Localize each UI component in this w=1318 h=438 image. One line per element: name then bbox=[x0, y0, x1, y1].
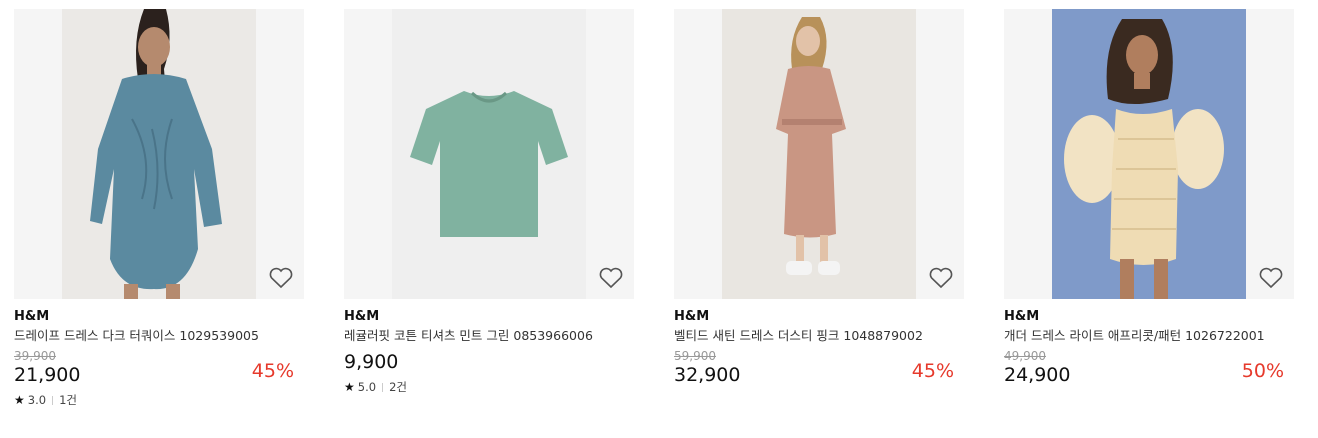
rating-value: 3.0 bbox=[27, 393, 47, 407]
brand-name: H&M bbox=[674, 309, 710, 324]
review-summary: ★ 5.0 2건 bbox=[344, 380, 634, 394]
product-image[interactable] bbox=[344, 9, 634, 299]
discount-rate: 50% bbox=[1241, 360, 1284, 382]
sale-price: 9,900 bbox=[344, 351, 399, 373]
brand-name: H&M bbox=[1004, 309, 1040, 324]
star-icon: ★ bbox=[344, 380, 355, 394]
product-name[interactable]: 벨티드 새틴 드레스 더스티 핑크 1048879002 bbox=[674, 327, 944, 344]
product-name[interactable]: 개더 드레스 라이트 애프리콧/패턴 1026722001 bbox=[1004, 327, 1274, 344]
sale-price: 32,900 bbox=[674, 364, 741, 386]
review-count: 2건 bbox=[389, 380, 407, 394]
product-card[interactable]: H&M 드레이프 드레스 다크 터쿼이스 1029539005 39,900 2… bbox=[14, 9, 304, 407]
product-card[interactable]: H&M 개더 드레스 라이트 애프리콧/패턴 1026722001 49,900… bbox=[1004, 9, 1294, 387]
heart-outline-icon[interactable] bbox=[1258, 266, 1284, 290]
turquoise-dress-photo bbox=[62, 9, 256, 299]
star-icon: ★ bbox=[14, 393, 25, 407]
product-image[interactable] bbox=[14, 9, 304, 299]
sale-price: 21,900 bbox=[14, 364, 81, 386]
rating-value: 5.0 bbox=[357, 380, 377, 394]
product-name[interactable]: 드레이프 드레스 다크 터쿼이스 1029539005 bbox=[14, 327, 284, 344]
review-summary: ★ 3.0 1건 bbox=[14, 393, 304, 407]
mint-tshirt-photo bbox=[392, 9, 586, 299]
discount-rate: 45% bbox=[251, 360, 294, 382]
heart-outline-icon[interactable] bbox=[268, 266, 294, 290]
product-image[interactable] bbox=[1004, 9, 1294, 299]
apricot-gathered-dress-photo bbox=[1052, 9, 1246, 299]
sale-price: 24,900 bbox=[1004, 364, 1071, 386]
divider bbox=[382, 382, 384, 392]
discount-rate: 45% bbox=[911, 360, 954, 382]
heart-outline-icon[interactable] bbox=[928, 266, 954, 290]
pink-satin-dress-photo bbox=[722, 9, 916, 299]
heart-outline-icon[interactable] bbox=[598, 266, 624, 290]
product-card[interactable]: H&M 벨티드 새틴 드레스 더스티 핑크 1048879002 59,900 … bbox=[674, 9, 964, 387]
divider bbox=[52, 395, 54, 405]
product-name[interactable]: 레귤러핏 코튼 티셔츠 민트 그린 0853966006 bbox=[344, 327, 614, 344]
product-card[interactable]: H&M 레귤러핏 코튼 티셔츠 민트 그린 0853966006 9,900 ★… bbox=[344, 9, 634, 394]
review-count: 1건 bbox=[59, 393, 77, 407]
brand-name: H&M bbox=[344, 309, 380, 324]
brand-name: H&M bbox=[14, 309, 50, 324]
product-image[interactable] bbox=[674, 9, 964, 299]
